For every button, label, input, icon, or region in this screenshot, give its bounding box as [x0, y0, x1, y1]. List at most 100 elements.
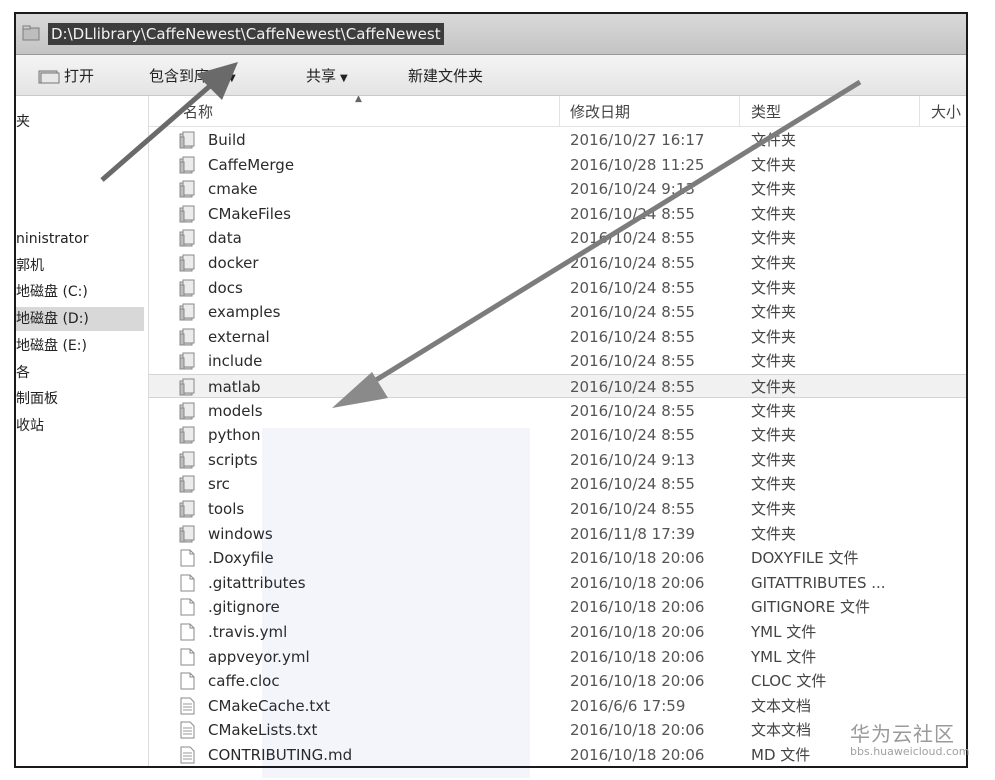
file-name: docker [208, 254, 259, 272]
table-row[interactable]: data 2016/10/24 8:55 文件夹 [149, 226, 966, 250]
table-row[interactable]: examples 2016/10/24 8:55 文件夹 [149, 300, 966, 324]
table-row[interactable]: .gitattributes 2016/10/18 20:06 GITATTRIBU… [149, 571, 966, 595]
open-button[interactable]: 打开 [38, 66, 94, 86]
file-name: .Doxyfile [208, 549, 274, 568]
table-row[interactable]: .gitignore 2016/10/18 20:06 GITIGNORE 文件 [149, 595, 966, 619]
table-row[interactable]: windows 2016/11/8 17:39 文件夹 [149, 522, 966, 546]
table-row[interactable]: Build 2016/10/27 16:17 文件夹 [149, 128, 966, 152]
file-name: docs [208, 278, 243, 297]
file-date: 2016/10/24 8:55 [570, 475, 695, 494]
include-in-library-button[interactable]: 包含到库中 ▼ [149, 66, 236, 86]
table-row[interactable]: .travis.yml 2016/10/18 20:06 YML 文件 [149, 620, 966, 644]
nav-item[interactable]: 地磁盘 (D:) [16, 307, 144, 331]
folder-icon [179, 451, 195, 469]
address-path[interactable]: D:\DLlibrary\CaffeNewest\CaffeNewest\Caf… [48, 23, 444, 45]
nav-item[interactable]: 夹 [16, 110, 30, 134]
file-name: external [208, 327, 270, 346]
watermark-url: bbs.huaweicloud.com [850, 745, 970, 758]
table-row[interactable]: CMakeCache.txt 2016/6/6 17:59 文本文档 [149, 694, 966, 718]
file-type: 文本文档 [751, 721, 812, 740]
table-row[interactable]: docker 2016/10/24 8:55 文件夹 [149, 251, 966, 275]
table-row[interactable]: cmake 2016/10/24 9:13 文件夹 [149, 177, 966, 201]
file-name: CMakeFiles [208, 204, 291, 223]
table-row[interactable]: scripts 2016/10/24 9:13 文件夹 [149, 448, 966, 472]
chevron-down-icon: ▼ [228, 73, 236, 84]
file-name: windows [208, 524, 273, 543]
file-type: 文件夹 [751, 426, 797, 445]
nav-item[interactable]: 各 [16, 361, 30, 385]
column-header: ▲ 名称 修改日期 类型 大小 [149, 96, 966, 127]
table-row[interactable]: CONTRIBUTING.md 2016/10/18 20:06 MD 文件 [149, 743, 966, 766]
watermark-text: 华为云社区 [850, 722, 955, 746]
file-date: 2016/10/18 20:06 [570, 746, 705, 764]
file-icon [179, 549, 195, 567]
table-row[interactable]: models 2016/10/24 8:55 文件夹 [149, 399, 966, 423]
table-row[interactable]: tools 2016/10/24 8:55 文件夹 [149, 497, 966, 521]
table-row[interactable]: CMakeLists.txt 2016/10/18 20:06 文本文档 [149, 718, 966, 742]
file-name: .travis.yml [208, 623, 288, 641]
folder-icon [179, 254, 195, 272]
table-row[interactable]: python 2016/10/24 8:55 文件夹 [149, 423, 966, 447]
table-row[interactable]: caffe.cloc 2016/10/18 20:06 CLOC 文件 [149, 669, 966, 693]
nav-item[interactable]: 地磁盘 (C:) [16, 280, 88, 304]
nav-item[interactable]: ninistrator [16, 227, 88, 251]
nav-item[interactable]: 地磁盘 (E:) [16, 334, 87, 358]
navigation-pane: 夹 ninistrator 郭机 地磁盘 (C:) 地磁盘 (D:) 地磁盘 (E:) 各制… [16, 96, 149, 766]
file-name: .gitignore [208, 598, 280, 617]
share-button[interactable]: 共享 ▼ [306, 66, 348, 86]
folder-icon [179, 180, 195, 198]
table-row[interactable]: matlab 2016/10/24 8:55 文件夹 [149, 374, 966, 398]
folder-icon [179, 229, 195, 247]
nav-item[interactable]: 制面板 [16, 387, 58, 411]
table-row[interactable]: CMakeFiles 2016/10/24 8:55 文件夹 [149, 202, 966, 226]
table-row[interactable]: external 2016/10/24 8:55 文件夹 [149, 325, 966, 349]
file-name: Build [208, 131, 246, 149]
file-type: GITATTRIBUTES ... [751, 573, 886, 592]
file-icon [179, 672, 195, 690]
file-date: 2016/10/18 20:06 [570, 598, 705, 617]
file-type: 文件夹 [751, 500, 797, 518]
new-folder-label: 新建文件夹 [408, 67, 484, 85]
sort-ascending-icon: ▲ [355, 96, 362, 104]
file-name: python [208, 426, 261, 445]
address-bar[interactable]: D:\DLlibrary\CaffeNewest\CaffeNewest\Caf… [16, 14, 966, 55]
command-bar: 打开 包含到库中 ▼ 共享 ▼ 新建文件夹 [16, 55, 966, 96]
column-date[interactable]: 修改日期 [570, 102, 630, 122]
nav-item[interactable]: 郭机 [16, 254, 44, 278]
file-date: 2016/10/18 20:06 [570, 573, 705, 592]
file-type: 文件夹 [751, 229, 797, 248]
folder-icon [179, 475, 195, 493]
text-file-icon [179, 721, 195, 739]
table-row[interactable]: .Doxyfile 2016/10/18 20:06 DOXYFILE 文件 [149, 546, 966, 570]
column-size[interactable]: 大小 [931, 102, 961, 122]
file-type: 文件夹 [751, 401, 797, 420]
file-icon [179, 623, 195, 641]
folder-icon [179, 205, 195, 223]
column-name[interactable]: 名称 [183, 102, 213, 122]
file-type: DOXYFILE 文件 [751, 549, 859, 568]
file-name: CMakeCache.txt [208, 696, 331, 715]
file-name: models [208, 401, 263, 420]
table-row[interactable]: src 2016/10/24 8:55 文件夹 [149, 472, 966, 496]
table-row[interactable]: appveyor.yml 2016/10/18 20:06 YML 文件 [149, 645, 966, 669]
file-date: 2016/10/18 20:06 [570, 721, 705, 740]
folder-icon [179, 402, 195, 420]
table-row[interactable]: CaffeMerge 2016/10/28 11:25 文件夹 [149, 153, 966, 177]
file-name: include [208, 352, 263, 371]
folder-icon [179, 352, 195, 370]
table-row[interactable]: docs 2016/10/24 8:55 文件夹 [149, 276, 966, 300]
file-date: 2016/10/24 8:55 [570, 229, 695, 248]
file-type: 文件夹 [751, 450, 797, 469]
table-row[interactable]: include 2016/10/24 8:55 文件夹 [149, 349, 966, 373]
nav-item[interactable]: 收站 [16, 414, 44, 438]
column-type[interactable]: 类型 [751, 102, 781, 122]
folder-icon [179, 426, 195, 444]
file-type: 文件夹 [751, 155, 797, 174]
new-folder-button[interactable]: 新建文件夹 [408, 66, 483, 86]
file-date: 2016/10/28 11:25 [570, 155, 705, 174]
file-type: 文件夹 [751, 524, 797, 543]
folder-icon [179, 131, 195, 149]
file-type: 文件夹 [751, 131, 797, 149]
file-date: 2016/10/18 20:06 [570, 549, 705, 568]
include-in-library-label: 包含到库中 [149, 67, 225, 85]
